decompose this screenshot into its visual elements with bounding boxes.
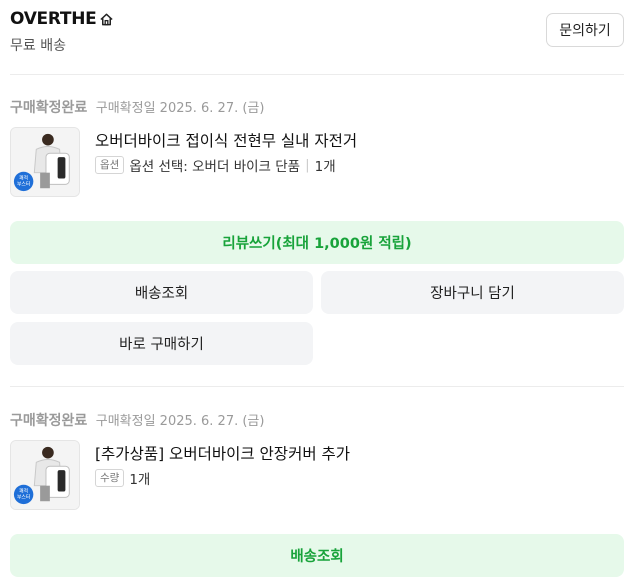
option-tag: 수량 (95, 469, 125, 487)
status-label: 구매확정완료 (10, 413, 88, 429)
product-thumbnail[interactable]: 쾌적 부스터 (10, 440, 80, 510)
confirm-date: 구매확정일 2025. 6. 27. (금) (95, 414, 265, 429)
product-title[interactable]: 오버더바이크 접이식 전현무 실내 자전거 (95, 129, 357, 151)
svg-text:부스터: 부스터 (17, 493, 30, 500)
option-tag: 옵션 (95, 156, 125, 174)
confirm-date: 구매확정일 2025. 6. 27. (금) (95, 101, 265, 116)
store-name-link[interactable]: OVERTHE (10, 9, 114, 29)
separator: | (305, 157, 310, 173)
option-value: 옵션 선택: 오버더 바이크 단품 (129, 159, 301, 175)
quantity: 1개 (314, 159, 336, 175)
product-title[interactable]: [추가상품] 오버더바이크 안장커버 추가 (95, 442, 350, 464)
svg-text:부스터: 부스터 (17, 180, 30, 187)
product-thumbnail[interactable]: 쾌적 부스터 (10, 127, 80, 197)
order-status: 구매확정완료 구매확정일 2025. 6. 27. (금) (10, 97, 264, 117)
product-image: 쾌적 부스터 (11, 128, 79, 196)
status-label: 구매확정완료 (10, 100, 88, 116)
divider (10, 74, 624, 75)
buy-again-button[interactable]: 바로 구매하기 (10, 322, 313, 365)
track-delivery-button[interactable]: 배송조회 (10, 534, 624, 577)
inquiry-button[interactable]: 문의하기 (546, 13, 624, 47)
product-option: 수량 1개 (95, 468, 150, 488)
product-image: 쾌적 부스터 (11, 441, 79, 509)
write-review-button[interactable]: 리뷰쓰기(최대 1,000원 적립) (10, 221, 624, 264)
quantity: 1개 (129, 472, 151, 488)
divider (10, 386, 624, 387)
track-delivery-button[interactable]: 배송조회 (10, 271, 313, 314)
add-to-cart-button[interactable]: 장바구니 담기 (321, 271, 624, 314)
order-status: 구매확정완료 구매확정일 2025. 6. 27. (금) (10, 410, 264, 430)
home-icon (100, 13, 114, 25)
store-name: OVERTHE (10, 9, 97, 29)
product-option: 옵션 옵션 선택: 오버더 바이크 단품 | 1개 (95, 155, 336, 175)
shipping-info: 무료 배송 (10, 38, 66, 54)
